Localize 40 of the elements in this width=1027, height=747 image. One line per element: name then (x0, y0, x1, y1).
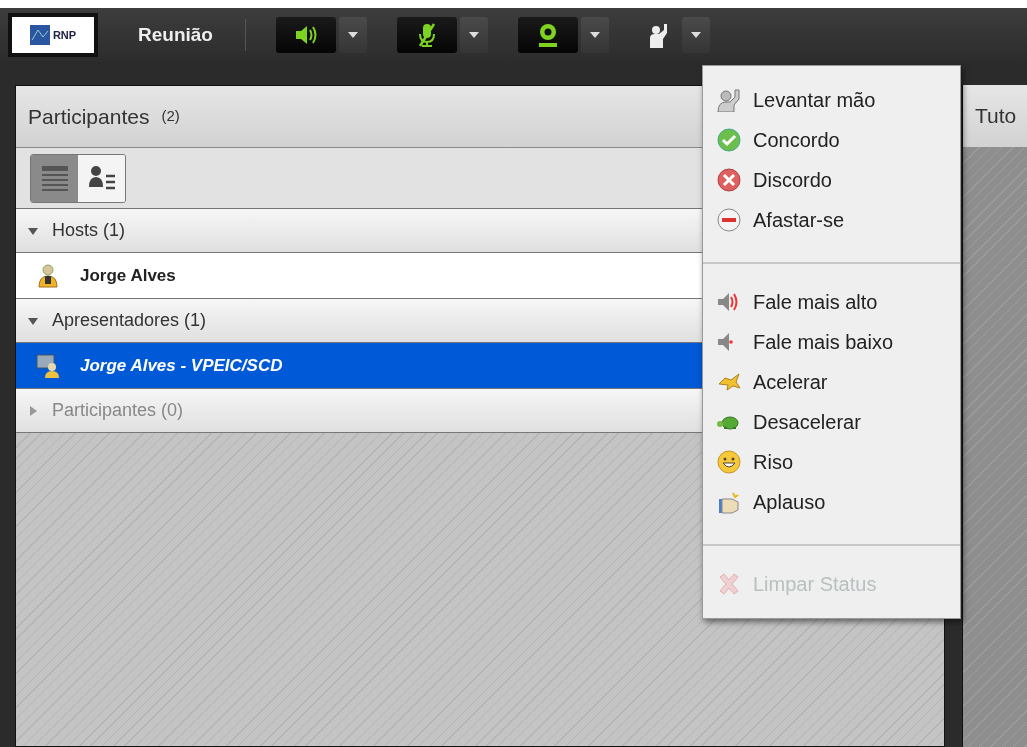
dropdown-button[interactable] (338, 17, 367, 53)
menu-item[interactable]: Concordo (703, 120, 960, 160)
cross-circle-icon (717, 168, 741, 192)
raised-hand-icon (717, 88, 741, 112)
expanded-triangle-icon (28, 315, 38, 326)
microphone-muted-button[interactable] (396, 17, 457, 53)
view-toggle[interactable] (78, 154, 125, 202)
menu-item[interactable]: Levantar mão (703, 80, 960, 120)
meeting-title: Reunião (138, 22, 213, 47)
menu-item[interactable]: Discordo (703, 160, 960, 200)
logo-text: RNP (52, 27, 77, 43)
participant-name: Jorge Alves (80, 264, 176, 287)
dropdown-button[interactable] (459, 17, 488, 53)
view-toggle[interactable] (31, 154, 78, 202)
x-mark-icon (717, 572, 741, 596)
caret-icon (690, 32, 701, 38)
speaker-button[interactable] (275, 17, 336, 53)
participant-count: (2) (161, 106, 180, 127)
expanded-triangle-icon (28, 225, 38, 236)
dropdown-button[interactable] (681, 17, 710, 53)
minus-circle-icon (717, 208, 741, 232)
panel-title: Participantes (28, 103, 150, 130)
panel-title: Tuto (975, 103, 1017, 130)
menu-item[interactable]: Aplauso (703, 482, 960, 522)
caret-icon (347, 32, 358, 38)
presenter-icon (36, 352, 60, 379)
caret-icon (468, 32, 479, 38)
dropdown-button[interactable] (580, 17, 609, 53)
host-person-icon (36, 262, 60, 289)
caret-icon (589, 32, 600, 38)
webcam-button[interactable] (517, 17, 578, 53)
collapsed-triangle-icon (28, 405, 38, 416)
group-label: Participantes (0) (52, 399, 184, 422)
smiley-icon (717, 450, 741, 474)
check-icon (717, 128, 741, 152)
group-label: Hosts (1) (52, 219, 125, 242)
group-label: Apresentadores (1) (52, 309, 207, 332)
participant-name: Jorge Alves - VPEIC/SCD (80, 354, 283, 377)
list-view-icon (39, 163, 70, 193)
menu-item[interactable]: Riso (703, 442, 960, 482)
